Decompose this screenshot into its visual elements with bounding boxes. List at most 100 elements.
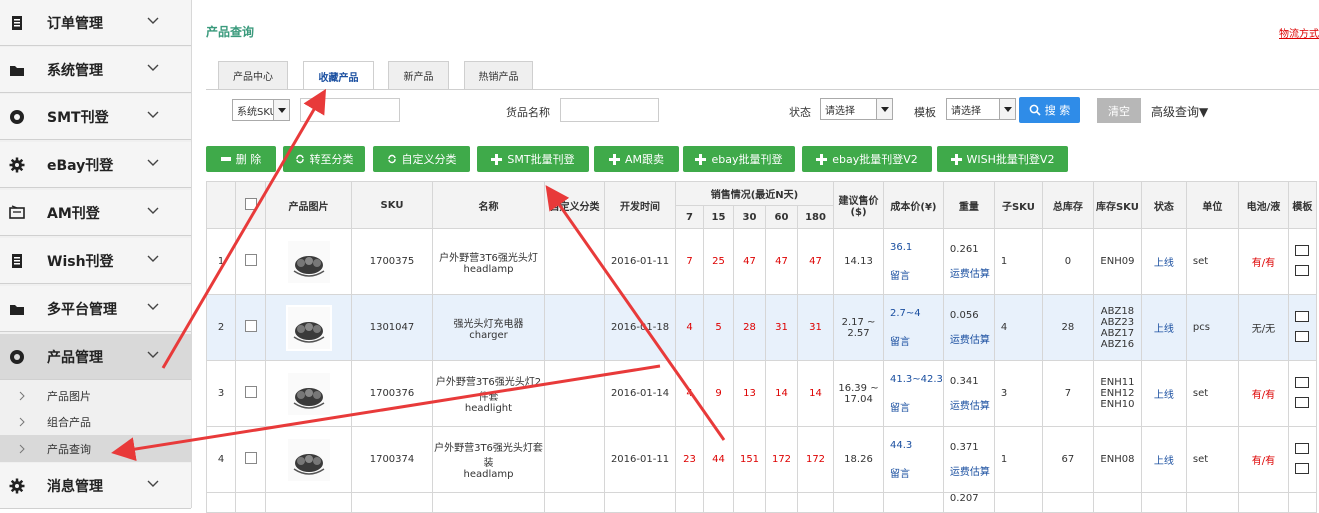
edit-template-icon[interactable] xyxy=(1295,244,1310,256)
advanced-search-link[interactable]: 高级查询▼ xyxy=(1151,103,1208,120)
row-status-link[interactable]: 上线 xyxy=(1140,426,1187,493)
table-row[interactable]: 1 1700375 户外野营3T6强光头灯 headlamp 2016-01-11 7 25… xyxy=(206,228,1317,295)
table-row[interactable]: 2 1301047 强光头灯充电器 charger 2016-01-18 4 5 28 31 31… xyxy=(206,294,1317,361)
row-image-cell[interactable] xyxy=(265,360,352,427)
wish-template-icon[interactable] xyxy=(1295,330,1310,342)
row-cost-note-link[interactable]: 留言 xyxy=(890,399,942,414)
col-header-name: 名称 xyxy=(432,181,545,229)
gear-icon xyxy=(9,478,25,493)
sku-type-select[interactable]: 系统SKU xyxy=(232,99,290,121)
tab-product-center[interactable]: 产品中心 xyxy=(218,61,288,89)
template-select[interactable]: 请选择 xyxy=(946,98,1016,120)
smt-bulk-list-button[interactable]: SMT批量刊登 xyxy=(477,146,589,172)
row-sales-value: 14 xyxy=(797,360,834,427)
template-label: 模板 xyxy=(914,106,936,119)
col-header-template: 模板 xyxy=(1287,181,1317,229)
freight-estimate-link[interactable]: 运费估算 xyxy=(950,265,994,280)
product-thumbnail[interactable] xyxy=(285,370,332,417)
row-cost[interactable]: 2.7~4 xyxy=(890,308,942,319)
logistics-link[interactable]: 物流方式及报价 xyxy=(1279,25,1319,40)
row-price: 14.13 xyxy=(833,228,884,295)
col-header-sales-60: 60 xyxy=(765,205,798,229)
row-status-link[interactable]: 上线 xyxy=(1140,360,1187,427)
delete-button[interactable]: 删 除 xyxy=(206,146,276,172)
product-thumbnail[interactable] xyxy=(285,304,332,351)
clear-button[interactable]: 清空 xyxy=(1097,98,1141,123)
search-button[interactable]: 搜 索 xyxy=(1019,97,1080,123)
row-name-cn: 户外野营3T6强光头灯2件套 xyxy=(435,377,542,403)
circle-settings-icon xyxy=(10,349,24,364)
table-cell xyxy=(733,492,766,513)
sidebar-item-ebay[interactable]: eBay刊登 xyxy=(0,142,191,188)
row-weight: 0.056 xyxy=(949,309,979,321)
edit-template-icon[interactable] xyxy=(1295,310,1310,322)
caret-down-icon xyxy=(881,107,889,112)
row-checkbox[interactable] xyxy=(244,320,257,332)
goods-name-input[interactable] xyxy=(560,98,659,122)
row-status-link[interactable]: 上线 xyxy=(1140,294,1187,361)
wish-template-icon[interactable] xyxy=(1295,396,1310,408)
table-cell xyxy=(265,492,352,513)
row-checkbox[interactable] xyxy=(244,386,257,398)
row-cost[interactable]: 36.1 xyxy=(890,242,942,253)
table-row[interactable]: 3 1700376 户外野营3T6强光头灯2件套 headlight 2016-01-1… xyxy=(206,360,1317,427)
product-thumbnail[interactable] xyxy=(285,436,332,483)
row-image-cell[interactable] xyxy=(265,294,352,361)
tab-new-products[interactable]: 新产品 xyxy=(388,61,449,89)
row-stock-sku: ENH11 ENH12 ENH10 xyxy=(1092,360,1142,427)
page-title: 产品查询 xyxy=(206,25,255,39)
sidebar-item-smt[interactable]: SMT刊登 xyxy=(0,94,191,140)
row-image-cell[interactable] xyxy=(265,228,352,295)
table-cell xyxy=(765,492,798,513)
sidebar-item-multiplatform[interactable]: 多平台管理 xyxy=(0,286,191,332)
move-category-button[interactable]: 转至分类 xyxy=(283,146,365,172)
row-cost-note-link[interactable]: 留言 xyxy=(890,333,942,348)
sidebar-item-system[interactable]: 系统管理 xyxy=(0,47,191,93)
row-sales-value: 172 xyxy=(765,426,798,493)
table-row[interactable]: 0.207 xyxy=(206,492,1317,513)
row-image-cell[interactable] xyxy=(265,426,352,493)
row-custom-category xyxy=(544,426,605,493)
row-cost-note-link[interactable]: 留言 xyxy=(890,267,942,282)
edit-template-icon[interactable] xyxy=(1295,376,1310,388)
row-checkbox[interactable] xyxy=(244,452,257,464)
custom-category-button[interactable]: 自定义分类 xyxy=(373,146,470,172)
row-checkbox-cell xyxy=(235,360,266,427)
freight-estimate-link[interactable]: 运费估算 xyxy=(950,463,994,478)
sku-search-input[interactable] xyxy=(300,98,400,122)
tab-favorites[interactable]: 收藏产品 xyxy=(303,61,374,90)
ebay-bulk-list-v2-button[interactable]: ebay批量刊登V2 xyxy=(802,146,932,172)
product-image xyxy=(287,240,330,283)
sidebar-subitem-product-images[interactable]: 产品图片 xyxy=(0,382,191,409)
row-cost-note-link[interactable]: 留言 xyxy=(890,465,942,480)
tab-hot-products[interactable]: 热销产品 xyxy=(464,61,533,89)
wish-template-icon[interactable] xyxy=(1295,462,1310,474)
table-cell xyxy=(1041,492,1094,513)
row-dev-time: 2016-01-14 xyxy=(604,360,676,427)
row-custom-category xyxy=(544,294,605,361)
table-row[interactable]: 4 1700374 户外野营3T6强光头灯套装 headlamp 2016-01-11 2… xyxy=(206,426,1317,493)
am-follow-button[interactable]: AM跟卖 xyxy=(594,146,679,172)
sidebar-item-products[interactable]: 产品管理 xyxy=(0,334,191,380)
wish-template-icon[interactable] xyxy=(1295,264,1310,276)
sidebar-item-orders[interactable]: 订单管理 xyxy=(0,0,191,46)
row-cost[interactable]: 41.3~42.3 xyxy=(890,374,942,385)
sidebar-subitem-product-query[interactable]: 产品查询 xyxy=(0,435,191,462)
freight-estimate-link[interactable]: 运费估算 xyxy=(950,397,994,412)
row-cost[interactable]: 44.3 xyxy=(890,440,942,451)
wish-bulk-list-v2-button[interactable]: WISH批量刊登V2 xyxy=(937,146,1068,172)
status-select[interactable]: 请选择 xyxy=(820,98,893,120)
edit-template-icon[interactable] xyxy=(1295,442,1310,454)
row-checkbox[interactable] xyxy=(244,254,257,266)
sidebar-subitem-bundles[interactable]: 组合产品 xyxy=(0,408,191,435)
row-status-link[interactable]: 上线 xyxy=(1140,228,1187,295)
sidebar-item-label: 系统管理 xyxy=(47,62,103,79)
select-all-checkbox[interactable] xyxy=(244,197,257,210)
ebay-bulk-list-button[interactable]: ebay批量刊登 xyxy=(683,146,795,172)
sidebar-item-messages[interactable]: 消息管理 xyxy=(0,463,191,509)
freight-estimate-link[interactable]: 运费估算 xyxy=(950,331,994,346)
product-thumbnail[interactable] xyxy=(285,238,332,285)
sidebar-item-am[interactable]: AM刊登 xyxy=(0,190,191,236)
sidebar-item-wish[interactable]: Wish刊登 xyxy=(0,238,191,284)
row-cost-cell: 41.3~42.3 留言 xyxy=(883,360,944,427)
